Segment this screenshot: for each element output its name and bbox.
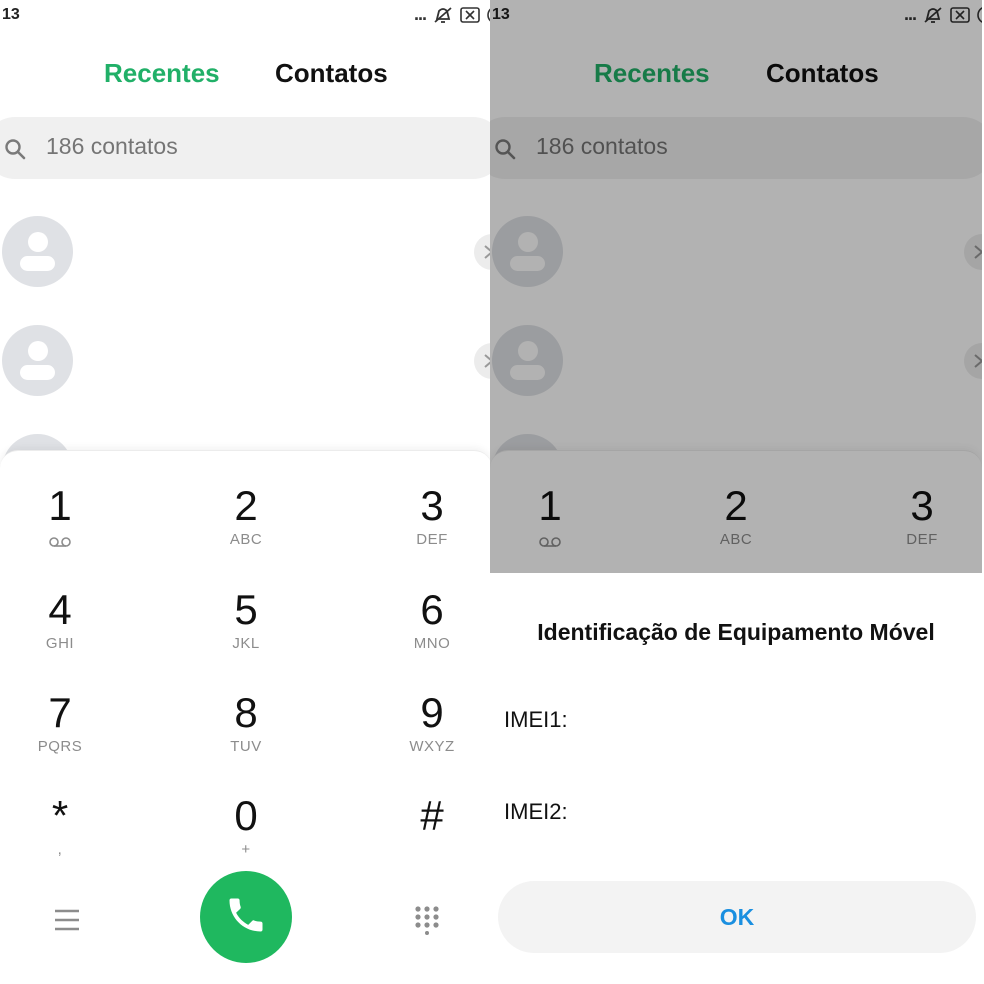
- imei2-label: IMEI2:: [504, 799, 568, 824]
- avatar: [2, 216, 73, 287]
- list-item[interactable]: [0, 325, 492, 415]
- key-6[interactable]: 6 MNO: [372, 587, 492, 677]
- search-input[interactable]: [46, 133, 346, 160]
- search-bar[interactable]: [0, 117, 492, 179]
- ok-button[interactable]: OK: [498, 881, 976, 953]
- dialpad: 1 2 ABC 3 DEF 4 GHI 5 JKL 6 MNO 7 PQRS 8 TUV 9W…: [0, 450, 492, 984]
- key-7[interactable]: 7 PQRS: [0, 690, 120, 780]
- avatar: [2, 325, 73, 396]
- more-dots-icon: ...: [413, 4, 427, 24]
- key-0[interactable]: 0 +: [186, 793, 306, 883]
- dialpad-grid-icon[interactable]: [414, 905, 440, 940]
- key-hash[interactable]: #: [372, 793, 492, 883]
- key-8[interactable]: 8 TUV: [186, 690, 306, 780]
- dialer-screen: 13 ... Recentes Contatos 186 contatos 1 …: [0, 0, 492, 984]
- key-4[interactable]: 4 GHI: [0, 587, 120, 677]
- key-star[interactable]: *,: [0, 793, 120, 883]
- menu-icon[interactable]: [54, 909, 80, 936]
- search-icon: [4, 138, 26, 165]
- key-2[interactable]: 2 ABC: [186, 483, 306, 573]
- key-9[interactable]: 9 WXYZ: [372, 690, 492, 780]
- status-icons: ...: [414, 4, 492, 25]
- status-bar: 13 ...: [0, 0, 492, 30]
- top-tabs: Recentes Contatos: [0, 58, 492, 98]
- imei1-label: IMEI1:: [504, 707, 568, 732]
- tab-recents[interactable]: Recentes: [104, 58, 220, 89]
- key-3[interactable]: 3 DEF: [372, 483, 492, 573]
- phone-icon: [224, 893, 268, 942]
- call-button[interactable]: [200, 871, 292, 963]
- alarm-off-icon: [432, 5, 454, 25]
- key-1[interactable]: 1: [0, 483, 120, 573]
- imei-dialog: Identificação de Equipamento Móvel IMEI1…: [490, 573, 982, 984]
- voicemail-icon: [0, 535, 120, 553]
- dialog-title: Identificação de Equipamento Móvel: [537, 619, 935, 645]
- modal-backdrop[interactable]: [490, 0, 982, 573]
- dialer-bottom-bar: [0, 871, 492, 971]
- status-time: 13: [2, 6, 20, 23]
- tab-contacts[interactable]: Contatos: [275, 58, 388, 89]
- list-item[interactable]: [0, 216, 492, 306]
- sim-off-icon: [460, 6, 480, 23]
- imei-dialog-screen: 13 ... Recentes Contatos 186 contatos 1 …: [490, 0, 982, 984]
- key-5[interactable]: 5 JKL: [186, 587, 306, 677]
